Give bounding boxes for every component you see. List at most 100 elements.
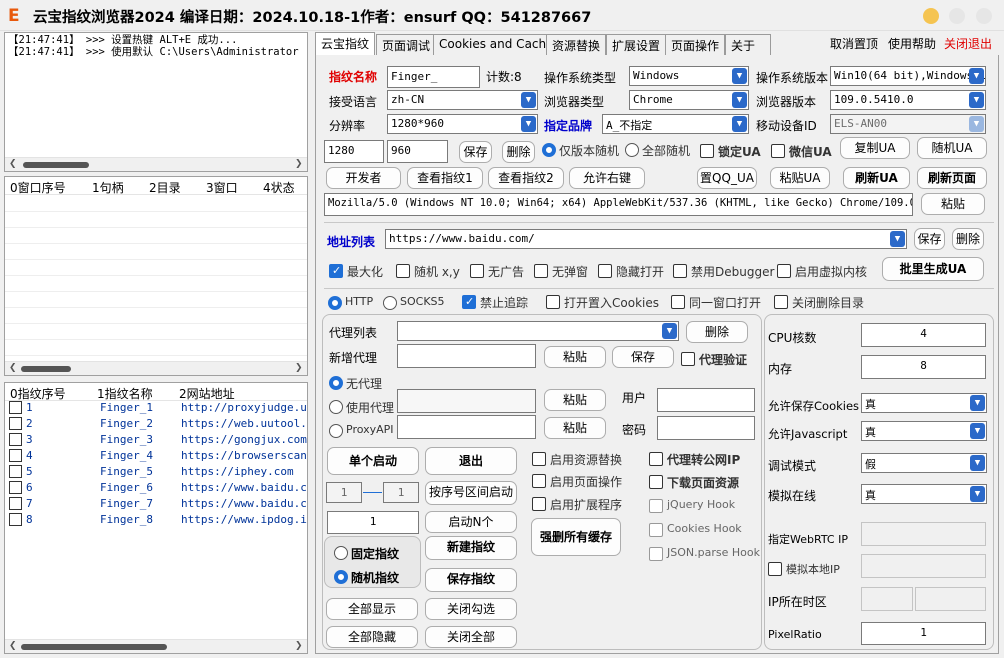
start-n-input[interactable]: 1 [327,511,419,534]
tab-fingerprint[interactable]: 云宝指纹 [315,32,376,55]
list-item[interactable]: 7 Finger_7 https://www.baidu.com [5,496,307,512]
exit-button[interactable]: 退出 [425,447,517,475]
browser-version-select[interactable]: 109.0.5410.0 ▼ [830,90,986,110]
list-item[interactable]: 1 Finger_1 http://proxyjudge.us [5,400,307,416]
col-dir[interactable]: 2目录 [149,179,181,196]
height-input[interactable]: 960 [387,140,448,163]
address-list-select[interactable]: https://www.baidu.com/▼ [385,229,907,249]
tab-page-debug[interactable]: 页面调试 [376,34,437,55]
list-item[interactable]: 3 Finger_3 https://gongjux.com/f [5,432,307,448]
fp-name-input[interactable]: Finger_ [387,66,480,88]
view-fp2-button[interactable]: 查看指纹2 [488,167,564,189]
paste-user-agent-button[interactable]: 粘贴 [921,193,985,215]
tab-about[interactable]: 关于 [725,34,771,55]
address-delete-button[interactable]: 删除 [952,228,984,250]
paste-ua-button[interactable]: 粘贴UA [770,167,830,189]
close-exit-menu[interactable]: 关闭退出 [944,35,992,52]
proxy-paste-button[interactable]: 粘贴 [544,346,606,368]
cpu-input[interactable]: 4 [861,323,986,347]
timezone-input-1[interactable] [861,587,913,611]
set-qq-ua-button[interactable]: 置QQ_UA [697,167,757,189]
random-ua-button[interactable]: 随机UA [917,137,987,159]
local-ip-input[interactable] [861,554,986,578]
proxy-list-select[interactable]: ▼ [397,321,679,341]
new-fp-button[interactable]: 新建指纹 [425,536,517,560]
proxy-api-paste-button[interactable]: 粘贴 [544,417,606,439]
list-item[interactable]: 4 Finger_4 https://browserscan.n [5,448,307,464]
allow-js-select[interactable]: 真 ▼ [861,421,987,441]
user-input[interactable] [657,388,755,412]
tab-resource-replace[interactable]: 资源替换 [546,34,607,55]
row-checkbox[interactable] [9,497,22,510]
address-save-button[interactable]: 保存 [914,228,945,250]
tab-cookies-cache[interactable]: Cookies and Cache [433,34,560,55]
proxy-save-button[interactable]: 保存 [612,346,674,368]
list-item[interactable]: 6 Finger_6 https://www.baidu.com [5,480,307,496]
add-proxy-input[interactable] [397,344,536,368]
help-menu[interactable]: 使用帮助 [888,35,936,52]
row-checkbox[interactable] [9,465,22,478]
range-start-button[interactable]: 按序号区间启动 [425,481,517,505]
list-item[interactable]: 2 Finger_2 https://web.uutool.cn [5,416,307,432]
view-fp1-button[interactable]: 查看指纹1 [407,167,483,189]
sim-online-select[interactable]: 真 ▼ [861,484,987,504]
width-input[interactable]: 1280 [324,140,384,163]
proxy-paste-button-2[interactable]: 粘贴 [544,389,606,411]
close-button[interactable] [976,8,992,24]
row-checkbox[interactable] [9,481,22,494]
hide-all-button[interactable]: 全部隐藏 [326,626,418,648]
maximize-button[interactable] [949,8,965,24]
col-handle[interactable]: 1句柄 [92,179,124,196]
tab-page-ops[interactable]: 页面操作 [665,34,726,55]
user-agent-input[interactable]: Mozilla/5.0 (Windows NT 10.0; Win64; x64… [324,193,913,216]
os-version-select[interactable]: Win10(64 bit),Windows 1 ▼ [830,66,986,86]
webrtc-ip-input[interactable] [861,522,986,546]
debug-mode-select[interactable]: 假 ▼ [861,453,987,473]
list-item[interactable]: 8 Finger_8 https://www.ipdog.io/ [5,512,307,528]
minimize-button[interactable] [923,8,939,24]
refresh-ua-button[interactable]: 刷新UA [843,167,910,189]
refresh-page-button[interactable]: 刷新页面 [917,167,987,189]
browser-type-select[interactable]: Chrome ▼ [629,90,749,110]
start-n-button[interactable]: 启动N个 [425,511,517,533]
range-to-input[interactable]: 1 [383,482,419,503]
close-checked-button[interactable]: 关闭勾选 [425,598,517,620]
fingerprint-scrollbar[interactable]: ❮ ❯ [5,639,307,653]
row-checkbox[interactable] [9,417,22,430]
brand-select[interactable]: A_不指定 ▼ [602,114,749,134]
clear-cache-button[interactable]: 强删所有缓存 [531,518,621,556]
row-checkbox[interactable] [9,401,22,414]
proxy-api-input[interactable] [397,415,536,439]
memory-input[interactable]: 8 [861,355,986,379]
windows-scrollbar[interactable]: ❮ ❯ [5,361,307,375]
use-proxy-input[interactable] [397,389,536,413]
res-delete-button[interactable]: 删除 [502,141,535,163]
timezone-input-2[interactable] [915,587,986,611]
copy-ua-button[interactable]: 复制UA [840,137,910,159]
batch-generate-ua-button[interactable]: 批里生成UA [882,257,984,281]
allow-cookies-select[interactable]: 真 ▼ [861,393,987,413]
proxy-delete-button[interactable]: 删除 [686,321,748,343]
single-start-button[interactable]: 单个启动 [327,447,419,475]
os-type-select[interactable]: Windows ▼ [629,66,749,86]
row-checkbox[interactable] [9,433,22,446]
resolution-select[interactable]: 1280*960 ▼ [387,114,538,134]
devtools-button[interactable]: 开发者 [326,167,401,189]
pixel-ratio-input[interactable]: 1 [861,622,986,645]
log-scrollbar[interactable]: ❮ ❯ [5,157,307,171]
col-window-index[interactable]: 0窗口序号 [10,179,66,196]
row-checkbox[interactable] [9,449,22,462]
password-input[interactable] [657,416,755,440]
show-all-button[interactable]: 全部显示 [326,598,418,620]
res-save-button[interactable]: 保存 [459,141,492,163]
col-status[interactable]: 4状态 [263,179,295,196]
row-checkbox[interactable] [9,513,22,526]
list-item[interactable]: 5 Finger_5 https://iphey.com [5,464,307,480]
lang-select[interactable]: zh-CN ▼ [387,90,538,110]
save-fp-button[interactable]: 保存指纹 [425,568,517,592]
close-all-button[interactable]: 关闭全部 [425,626,517,648]
col-window[interactable]: 3窗口 [206,179,238,196]
range-from-input[interactable]: 1 [326,482,362,503]
cancel-top-menu[interactable]: 取消置顶 [830,35,878,52]
tab-extension-settings[interactable]: 扩展设置 [606,34,667,55]
